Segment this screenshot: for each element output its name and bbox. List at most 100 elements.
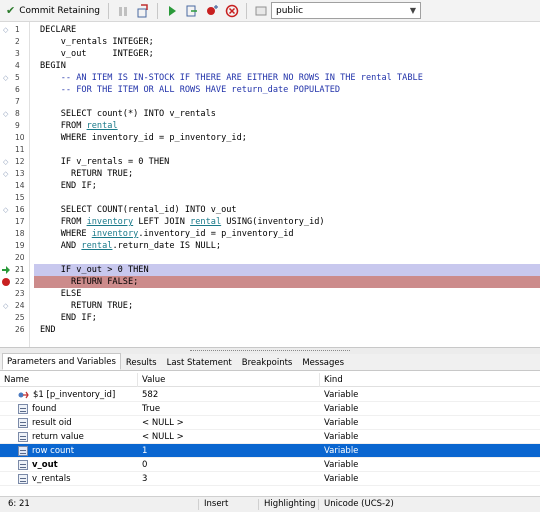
gutter-line[interactable]: 7 <box>0 96 30 108</box>
gutter-line[interactable]: 3 <box>0 48 30 60</box>
gutter-line[interactable]: 4 <box>0 60 30 72</box>
gutter-line[interactable]: ◇ 13 <box>0 168 30 180</box>
gutter-line[interactable]: 21 <box>0 264 30 276</box>
cell-value[interactable]: < NULL > <box>138 416 320 430</box>
code-line[interactable]: -- AN ITEM IS IN-STOCK IF THERE ARE EITH… <box>30 72 540 84</box>
line-number-gutter[interactable]: ◇ 1 2 3 4 ◇ 5 6 7 ◇ 8 9 10 11 ◇ 12 ◇ 13 14 15 ◇ 16 17 18 19 20 21 2… <box>0 22 30 347</box>
gutter-line[interactable]: 25 <box>0 312 30 324</box>
gutter-line[interactable]: 18 <box>0 228 30 240</box>
column-header-value[interactable]: Value <box>138 373 320 387</box>
gutter-line[interactable]: 11 <box>0 144 30 156</box>
table-row[interactable]: v_out 0 Variable <box>0 458 540 472</box>
code-line[interactable]: FROM inventory LEFT JOIN rental USING(in… <box>30 216 540 228</box>
gutter-line[interactable]: 15 <box>0 192 30 204</box>
table-link[interactable]: rental <box>81 241 112 251</box>
code-line[interactable] <box>30 144 540 156</box>
code-editor[interactable]: ◇ 1 2 3 4 ◇ 5 6 7 ◇ 8 9 10 11 ◇ 12 ◇ 13 14 15 ◇ 16 17 18 19 20 21 2… <box>0 22 540 348</box>
code-line[interactable]: FROM rental <box>30 120 540 132</box>
run-icon[interactable] <box>164 3 180 19</box>
column-header-name[interactable]: Name <box>0 373 138 387</box>
gutter-line[interactable]: 26 <box>0 324 30 336</box>
code-line[interactable]: v_out INTEGER; <box>30 48 540 60</box>
fold-marker-icon[interactable]: ◇ <box>3 72 8 84</box>
tab-results[interactable]: Results <box>121 355 162 370</box>
code-line[interactable]: WHERE inventory_id = p_inventory_id; <box>30 132 540 144</box>
fold-marker-icon[interactable]: ◇ <box>3 108 8 120</box>
column-header-kind[interactable]: Kind <box>320 373 540 387</box>
code-line[interactable]: v_rentals INTEGER; <box>30 36 540 48</box>
gutter-line[interactable]: 22 <box>0 276 30 288</box>
gutter-line[interactable]: 10 <box>0 132 30 144</box>
code-line[interactable]: WHERE inventory.inventory_id = p_invento… <box>30 228 540 240</box>
gutter-line[interactable]: ◇ 16 <box>0 204 30 216</box>
table-link[interactable]: rental <box>190 217 221 227</box>
tab-messages[interactable]: Messages <box>297 355 349 370</box>
cell-value[interactable]: 1 <box>138 444 320 458</box>
code-line[interactable]: SELECT COUNT(rental_id) INTO v_out <box>30 204 540 216</box>
code-line[interactable] <box>30 192 540 204</box>
table-row[interactable]: return value < NULL > Variable <box>0 430 540 444</box>
fold-marker-icon[interactable]: ◇ <box>3 156 8 168</box>
tab-parameters-and-variables[interactable]: Parameters and Variables <box>2 353 121 370</box>
code-line[interactable] <box>30 96 540 108</box>
fold-marker-icon[interactable]: ◇ <box>3 24 8 36</box>
table-row[interactable]: $1 [p_inventory_id] 582 Variable <box>0 388 540 402</box>
code-line[interactable]: -- FOR THE ITEM OR ALL ROWS HAVE return_… <box>30 84 540 96</box>
cell-value[interactable]: < NULL > <box>138 430 320 444</box>
gutter-line[interactable]: 9 <box>0 120 30 132</box>
gutter-line[interactable]: 14 <box>0 180 30 192</box>
stop-icon[interactable] <box>224 3 240 19</box>
code-area[interactable]: DECLARE v_rentals INTEGER; v_out INTEGER… <box>30 22 540 347</box>
line-number: 25 <box>15 313 25 322</box>
code-line[interactable]: SELECT count(*) INTO v_rentals <box>30 108 540 120</box>
code-line[interactable]: AND rental.return_date IS NULL; <box>30 240 540 252</box>
code-line[interactable] <box>30 252 540 264</box>
gutter-line[interactable]: 20 <box>0 252 30 264</box>
table-row[interactable]: row count 1 Variable <box>0 444 540 458</box>
gutter-line[interactable]: ◇ 5 <box>0 72 30 84</box>
table-link[interactable]: inventory <box>92 229 139 239</box>
code-line[interactable]: RETURN TRUE; <box>30 168 540 180</box>
step-over-icon[interactable] <box>184 3 200 19</box>
code-line[interactable]: RETURN TRUE; <box>30 300 540 312</box>
schema-select[interactable]: public ▼ <box>271 2 421 19</box>
gutter-line[interactable]: ◇ 8 <box>0 108 30 120</box>
code-line[interactable]: IF v_rentals = 0 THEN <box>30 156 540 168</box>
gutter-line[interactable]: 23 <box>0 288 30 300</box>
pause-icon[interactable] <box>115 3 131 19</box>
toggle-breakpoint-icon[interactable] <box>204 3 220 19</box>
fold-marker-icon[interactable]: ◇ <box>3 300 8 312</box>
fold-marker-icon[interactable]: ◇ <box>3 168 8 180</box>
code-line[interactable]: ELSE <box>30 288 540 300</box>
commit-retaining-button[interactable]: ✔ Commit Retaining <box>4 2 104 20</box>
code-line[interactable]: DECLARE <box>30 24 540 36</box>
gutter-line[interactable]: ◇ 1 <box>0 24 30 36</box>
code-line[interactable]: IF v_out > 0 THEN <box>34 264 540 276</box>
cell-value[interactable]: 0 <box>138 458 320 472</box>
table-link[interactable]: rental <box>87 121 118 131</box>
table-row[interactable]: result oid < NULL > Variable <box>0 416 540 430</box>
gutter-line[interactable]: 6 <box>0 84 30 96</box>
code-line[interactable]: END IF; <box>30 180 540 192</box>
step-into-icon[interactable] <box>135 3 151 19</box>
gutter-line[interactable]: ◇ 12 <box>0 156 30 168</box>
code-line[interactable]: RETURN FALSE; <box>34 276 540 288</box>
cell-value[interactable]: 582 <box>138 388 320 402</box>
table-link[interactable]: inventory <box>87 217 134 227</box>
code-line[interactable]: END <box>30 324 540 336</box>
gutter-line[interactable]: 2 <box>0 36 30 48</box>
table-row[interactable]: v_rentals 3 Variable <box>0 472 540 486</box>
variable-name: found <box>32 404 57 414</box>
table-row[interactable]: found True Variable <box>0 402 540 416</box>
gutter-line[interactable]: 17 <box>0 216 30 228</box>
tab-last-statement[interactable]: Last Statement <box>162 355 237 370</box>
breakpoint-icon[interactable] <box>2 278 10 286</box>
gutter-line[interactable]: ◇ 24 <box>0 300 30 312</box>
cell-value[interactable]: True <box>138 402 320 416</box>
tab-breakpoints[interactable]: Breakpoints <box>237 355 298 370</box>
code-line[interactable]: END IF; <box>30 312 540 324</box>
code-line[interactable]: BEGIN <box>30 60 540 72</box>
cell-value[interactable]: 3 <box>138 472 320 486</box>
fold-marker-icon[interactable]: ◇ <box>3 204 8 216</box>
gutter-line[interactable]: 19 <box>0 240 30 252</box>
